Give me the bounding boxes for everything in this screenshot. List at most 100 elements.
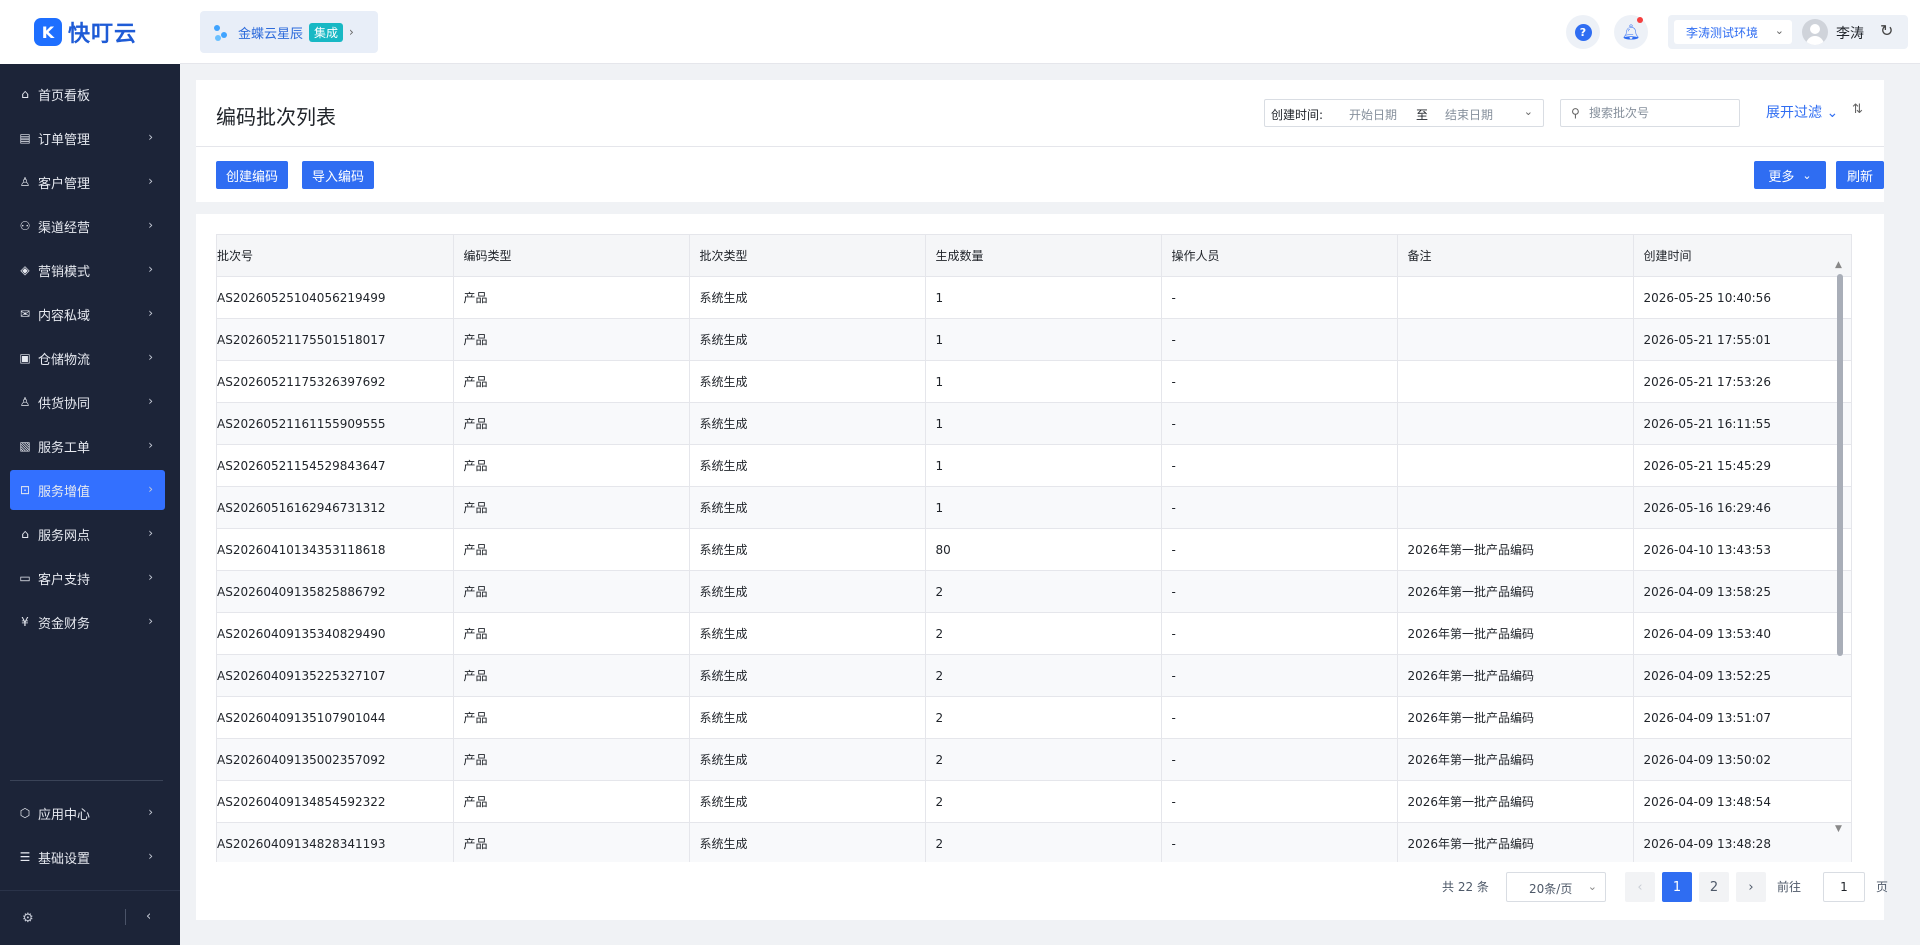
page-2-button[interactable]: 2 [1699,872,1729,902]
sidebar-item-tag[interactable]: ◈ 营销模式 › [10,250,165,290]
scroll-down-icon[interactable]: ▼ [1835,824,1842,834]
table-row[interactable]: AS20260525104056219499 产品 系统生成 1- 2026-05-25… [217,276,1852,319]
expand-filter-link[interactable]: 展开过滤 ⌄ [1766,102,1838,122]
sidebar-item-warehouse[interactable]: ▣ 仓储物流 › [10,338,165,378]
table-row[interactable]: AS20260409135825886792 产品 系统生成 2-2026年第一批产品… [217,570,1852,613]
column-header[interactable]: 编码类型 [453,234,690,277]
notification-button[interactable]: 🔔︎ [1614,15,1648,49]
page-1-button[interactable]: 1 [1662,872,1692,902]
sidebar-item-store[interactable]: ⌂ 服务网点 › [10,514,165,554]
table-row[interactable]: AS20260521154529843647 产品 系统生成 1- 2026-05-21… [217,444,1852,487]
table-cell: 系统生成 [689,318,926,361]
scroll-up-icon[interactable]: ▲ [1835,260,1842,270]
sidebar-item-support[interactable]: ▭ 客户支持 › [10,558,165,598]
table-cell: 1 [925,318,1162,361]
app-logo[interactable]: K 快叮云 [0,0,180,64]
end-date-input[interactable]: 结束日期 [1445,106,1493,123]
top-header: 金蝶云星辰 集成 › ? 🔔︎ 李涛测试环境 ⌄ 李涛 ↻ [180,0,1920,64]
chevron-right-icon: › [148,849,153,863]
next-page-button[interactable]: › [1736,872,1766,902]
more-button[interactable]: 更多 ⌄ [1754,161,1826,189]
theme-settings-icon[interactable]: ⚙ [22,911,34,926]
table-cell: 2 [925,780,1162,823]
table-row[interactable]: AS20260516162946731312 产品 系统生成 1- 2026-05-16… [217,486,1852,529]
date-range-filter[interactable]: 创建时间: 开始日期 至 结束日期 ⌄ [1264,99,1544,127]
sidebar-item-settings[interactable]: ☰ 基础设置 › [10,837,165,877]
sidebar-item-user[interactable]: ♙ 客户管理 › [10,162,165,202]
table-row[interactable]: AS20260409135340829490 产品 系统生成 2-2026年第一批产品… [217,612,1852,655]
table-row[interactable]: AS20260409135225327107 产品 系统生成 2-2026年第一批产品… [217,654,1852,697]
table-row[interactable]: AS20260409135107901044 产品 系统生成 2-2026年第一批产品… [217,696,1852,739]
sidebar-item-cube[interactable]: ⬡ 应用中心 › [10,793,165,833]
table-row[interactable]: AS20260521161155909555 产品 系统生成 1- 2026-05-21… [217,402,1852,445]
chevron-right-icon: › [148,526,153,540]
create-code-button[interactable]: 创建编码 [216,161,289,189]
sidebar-footer: ⚙ ‹ [0,890,180,945]
sort-icon[interactable]: ⇅ [1852,102,1863,117]
table-scrollbar[interactable]: ▲ ▼ [1834,260,1846,834]
chevron-right-icon: › [148,805,153,819]
search-input[interactable] [1589,104,1734,122]
table-cell: - [1161,528,1398,571]
sidebar-item-label: 供货协同 [38,396,91,412]
column-header[interactable]: 备注 [1397,234,1634,277]
table-cell: AS20260516162946731312 [217,486,454,529]
table-row[interactable]: AS20260521175501518017 产品 系统生成 1- 2026-05-21… [217,318,1852,361]
sidebar-item-mail[interactable]: ✉ 内容私域 › [10,294,165,334]
logo-mark-icon: K [34,18,62,46]
prev-page-button[interactable]: ‹ [1625,872,1655,902]
table-cell: 系统生成 [689,528,926,571]
table-cell: AS20260521161155909555 [217,402,454,445]
table-row[interactable]: AS20260409135002357092 产品 系统生成 2-2026年第一批产品… [217,738,1852,781]
sidebar-item-supplier[interactable]: ♙ 供货协同 › [10,382,165,422]
column-header[interactable]: 批次类型 [689,234,926,277]
sidebar-item-bag[interactable]: ⊡ 服务增值 › [10,470,165,510]
table-cell: 产品 [453,822,690,862]
table-cell: 产品 [453,276,690,319]
column-header[interactable]: 创建时间 [1633,234,1852,277]
clipboard-icon: ▤ [19,131,31,145]
goto-page-input[interactable] [1823,872,1865,902]
help-button[interactable]: ? [1566,15,1600,49]
start-date-input[interactable]: 开始日期 [1349,106,1397,123]
collapse-sidebar-icon[interactable]: ‹ [146,909,151,924]
table-cell: - [1161,486,1398,529]
avatar[interactable] [1802,19,1828,45]
user-name[interactable]: 李涛 [1836,23,1864,43]
table-cell: 产品 [453,696,690,739]
chevron-right-icon: › [148,482,153,496]
home-icon: ⌂ [21,87,29,101]
refresh-icon[interactable]: ↻ [1880,21,1893,40]
table-cell: 1 [925,276,1162,319]
table-cell: AS20260409135002357092 [217,738,454,781]
sidebar-item-channel[interactable]: ⚇ 渠道经营 › [10,206,165,246]
table-cell: 2026年第一批产品编码 [1397,780,1634,823]
chevron-right-icon: › [349,25,354,39]
table-row[interactable]: AS20260409134828341193 产品 系统生成 2-2026年第一批产品… [217,822,1852,862]
environment-select[interactable]: 李涛测试环境 ⌄ [1674,20,1792,44]
import-code-button[interactable]: 导入编码 [302,161,375,189]
table-cell: 2026-04-09 13:52:25 [1633,654,1852,697]
page-title: 编码批次列表 [216,105,336,129]
column-header[interactable]: 批次号 [217,234,454,277]
table-row[interactable]: AS20260410134353118618 产品 系统生成 80-2026年第一批产… [217,528,1852,571]
page-size-select[interactable]: 20条/页 ⌄ [1506,872,1606,902]
table-row[interactable]: AS20260409134854592322 产品 系统生成 2-2026年第一批产品… [217,780,1852,823]
table-cell: 2026年第一批产品编码 [1397,528,1634,571]
sidebar-item-ticket[interactable]: ▧ 服务工单 › [10,426,165,466]
channel-icon: ⚇ [19,219,31,233]
sidebar-item-yen[interactable]: ¥ 资金财务 › [10,602,165,642]
page-size-label: 20条/页 [1529,882,1573,896]
refresh-button[interactable]: 刷新 [1836,161,1884,189]
table-cell: 2026年第一批产品编码 [1397,738,1634,781]
scrollbar-thumb[interactable] [1837,274,1843,656]
table-row[interactable]: AS20260521175326397692 产品 系统生成 1- 2026-05-21… [217,360,1852,403]
sidebar-item-home[interactable]: ⌂ 首页看板 [10,74,165,114]
bag-icon: ⊡ [19,483,31,497]
column-header[interactable]: 生成数量 [925,234,1162,277]
sidebar-item-clipboard[interactable]: ▤ 订单管理 › [10,118,165,158]
goto-unit: 页 [1876,880,1889,894]
user-chip: 李涛测试环境 ⌄ 李涛 ↻ [1668,15,1908,49]
integration-brand-chip[interactable]: 金蝶云星辰 集成 › [200,11,378,53]
column-header[interactable]: 操作人员 [1161,234,1398,277]
